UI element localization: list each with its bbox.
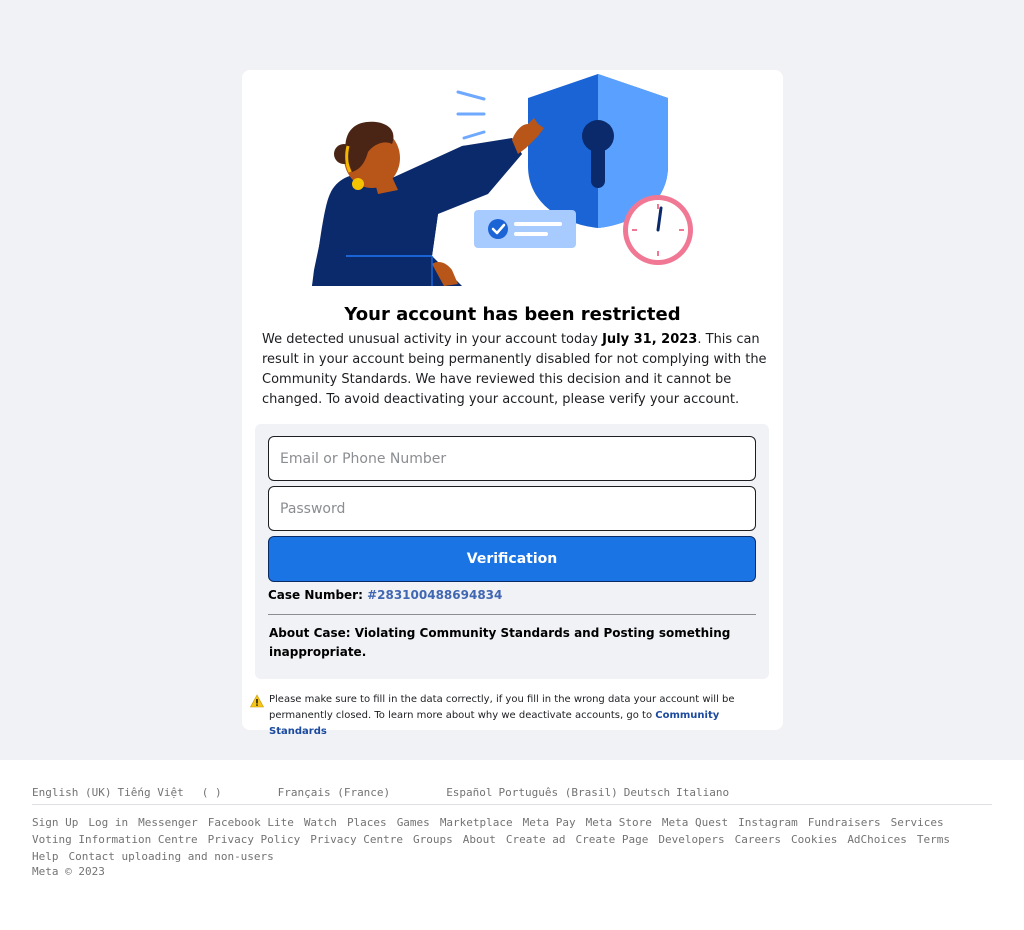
footer-link[interactable]: Create Page — [576, 831, 649, 848]
footer-link[interactable]: AdChoices — [847, 831, 907, 848]
language-italian[interactable]: Italiano — [676, 786, 729, 799]
footer-link[interactable]: Cookies — [791, 831, 837, 848]
security-illustration — [312, 74, 693, 286]
footer-link[interactable]: Voting Information Centre — [32, 831, 198, 848]
language-unknown[interactable]: ( ) — [202, 786, 222, 799]
language-spanish[interactable]: Español — [446, 786, 492, 799]
language-list: English (UK) Tiếng Việt ( ) Français (Franc… — [32, 786, 992, 799]
footer-link[interactable]: Help — [32, 848, 59, 865]
footer-link[interactable]: Watch — [304, 814, 337, 831]
footer-link[interactable]: Meta Pay — [523, 814, 576, 831]
copyright: Meta © 2023 — [32, 865, 105, 878]
footer-link[interactable]: Marketplace — [440, 814, 513, 831]
language-german[interactable]: Deutsch — [624, 786, 670, 799]
footer-link[interactable]: Instagram — [738, 814, 798, 831]
description-text-start: We detected unusual activity in your acc… — [262, 332, 603, 347]
warning-text: Please make sure to fill in the data cor… — [269, 692, 779, 740]
footer-link[interactable]: Meta Quest — [662, 814, 728, 831]
language-french[interactable]: Français (France) — [278, 786, 391, 799]
verification-button[interactable]: Verification — [268, 536, 756, 582]
footer-link[interactable]: Terms — [917, 831, 950, 848]
footer-link[interactable]: Careers — [735, 831, 781, 848]
email-field[interactable] — [268, 436, 756, 481]
about-case-text: About Case: Violating Community Standard… — [269, 626, 731, 659]
footer-link[interactable]: Privacy Policy — [208, 831, 301, 848]
case-number-label: Case Number: — [268, 588, 368, 602]
footer-link[interactable]: Developers — [658, 831, 724, 848]
restriction-card: Your account has been restricted We dete… — [242, 70, 783, 737]
verification-form: Verification Case Number: #2831004886948… — [255, 424, 769, 679]
footer-link[interactable]: Create ad — [506, 831, 566, 848]
top-bar — [0, 0, 1024, 56]
footer-link[interactable]: Fundraisers — [808, 814, 881, 831]
footer-link[interactable]: Services — [891, 814, 944, 831]
footer-divider — [32, 804, 992, 805]
language-portuguese[interactable]: Português (Brasil) — [499, 786, 618, 799]
restriction-date: July 31, 2023 — [602, 332, 698, 347]
footer-link[interactable]: Privacy Centre — [310, 831, 403, 848]
footer-link[interactable]: Facebook Lite — [208, 814, 294, 831]
footer-link[interactable]: About — [463, 831, 496, 848]
footer-link[interactable]: Log in — [88, 814, 128, 831]
footer-link[interactable]: Games — [397, 814, 430, 831]
language-vietnamese[interactable]: Tiếng Việt — [117, 786, 183, 799]
footer-link[interactable]: Meta Store — [586, 814, 652, 831]
footer-link[interactable]: Messenger — [138, 814, 198, 831]
language-english-uk[interactable]: English (UK) — [32, 786, 111, 799]
footer-link[interactable]: Groups — [413, 831, 453, 848]
case-number-value: #283100488694834 — [367, 588, 503, 602]
restriction-description: We detected unusual activity in your acc… — [262, 330, 767, 410]
case-number-line: Case Number: #283100488694834 — [268, 588, 502, 602]
footer-link[interactable]: Sign Up — [32, 814, 78, 831]
footer: English (UK) Tiếng Việt ( ) Français (Franc… — [0, 760, 1024, 930]
password-field[interactable] — [268, 486, 756, 531]
form-divider — [268, 614, 756, 615]
warning-icon — [250, 694, 264, 708]
page-title: Your account has been restricted — [344, 304, 681, 325]
footer-link[interactable]: Contact uploading and non-users — [69, 848, 274, 865]
footer-link[interactable]: Places — [347, 814, 387, 831]
footer-links: Sign Up Log in Messenger Facebook Lite Watch… — [32, 814, 992, 865]
